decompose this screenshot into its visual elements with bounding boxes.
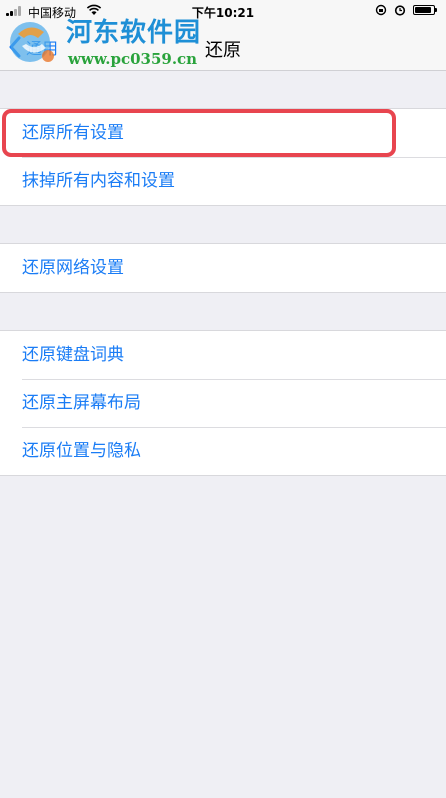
reset-network-settings-row[interactable]: 还原网络设置 (0, 244, 446, 292)
reset-home-screen-layout-row[interactable]: 还原主屏幕布局 (0, 379, 446, 427)
reset-location-privacy-row[interactable]: 还原位置与隐私 (0, 427, 446, 475)
settings-group-2: 还原网络设置 (0, 243, 446, 293)
reset-keyboard-dictionary-row[interactable]: 还原键盘词典 (0, 331, 446, 379)
erase-all-content-row[interactable]: 抹掉所有内容和设置 (0, 157, 446, 205)
page-title: 还原 (205, 40, 241, 61)
rotation-lock-icon (375, 4, 387, 16)
settings-group-3: 还原键盘词典 还原主屏幕布局 还原位置与隐私 (0, 330, 446, 476)
navigation-bar: 通用 还原 (0, 22, 446, 71)
settings-group-1: 还原所有设置 抹掉所有内容和设置 (0, 108, 446, 206)
status-bar: 中国移动 下午10:21 (0, 0, 446, 22)
reset-all-settings-row[interactable]: 还原所有设置 (0, 109, 446, 157)
battery-icon (413, 5, 437, 15)
alarm-icon (394, 5, 406, 16)
